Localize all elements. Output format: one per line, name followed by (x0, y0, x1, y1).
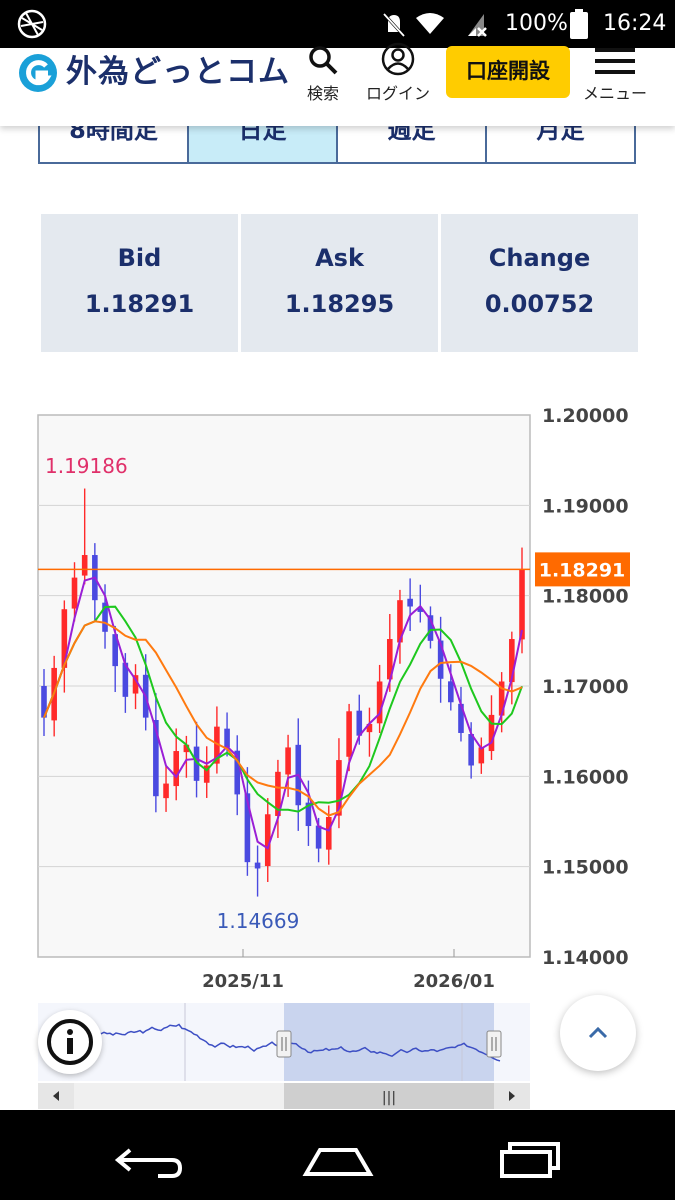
search-button[interactable]: 検索 (298, 46, 348, 103)
logo-icon[interactable] (18, 53, 58, 93)
navigator-handle[interactable] (486, 1030, 502, 1058)
candle-body (468, 734, 474, 766)
candle-body (285, 747, 291, 775)
ask-value: 1.18295 (284, 290, 395, 318)
y-tick-label: 1.20000 (542, 405, 629, 427)
battery-icon (570, 9, 588, 39)
login-label: ログイン (365, 84, 430, 103)
logo-text[interactable]: 外為どっとコム (66, 50, 290, 94)
y-tick-label: 1.17000 (542, 676, 629, 698)
search-icon (309, 46, 338, 75)
ask-box: Ask 1.18295 (241, 214, 438, 352)
candle-body (173, 751, 180, 787)
candle-body (478, 747, 485, 764)
status-bar: 100% 16:24 (0, 0, 675, 48)
home-icon[interactable] (298, 1130, 378, 1190)
recents-icon[interactable] (488, 1130, 568, 1190)
scroll-to-top-button[interactable] (560, 995, 636, 1071)
candle-body (519, 569, 525, 640)
browser-globe-icon (17, 9, 47, 39)
battery-percent: 100% (505, 11, 568, 36)
menu-label: メニュー (582, 84, 647, 103)
scrollbar-grip: ||| (382, 1090, 396, 1106)
y-tick-label: 1.16000 (542, 766, 629, 788)
y-tick-label: 1.19000 (542, 495, 629, 517)
bid-value: 1.18291 (84, 290, 195, 318)
y-tick-label: 1.14000 (542, 947, 629, 969)
high-price-label: 1.19186 (45, 454, 128, 478)
candle-body (224, 728, 230, 748)
notification-status-icons (382, 12, 487, 38)
navigator-handle[interactable] (276, 1030, 292, 1058)
bid-box: Bid 1.18291 (41, 214, 238, 352)
candle-body (81, 555, 88, 576)
candle-body (346, 711, 352, 757)
change-label: Change (488, 244, 591, 272)
change-box: Change 0.00752 (441, 214, 638, 352)
y-tick-label: 1.15000 (542, 857, 629, 879)
hamburger-menu-icon (595, 48, 635, 74)
menu-button[interactable]: メニュー (580, 48, 650, 103)
low-price-label: 1.14669 (217, 909, 300, 933)
x-tick-label: 2026/01 (413, 971, 495, 992)
candle-body (163, 783, 169, 799)
candle-body (71, 577, 78, 609)
android-nav-bar (0, 1110, 675, 1200)
user-icon (381, 42, 415, 76)
site-header: 外為どっとコム 検索 ログイン 口座開設 メニュー (0, 42, 675, 126)
ask-label: Ask (315, 244, 364, 272)
candle-body (407, 598, 413, 607)
chevron-up-icon (588, 1026, 608, 1039)
back-icon[interactable] (110, 1130, 190, 1190)
candle-body (315, 825, 322, 849)
bid-label: Bid (117, 244, 162, 272)
current-price-label: 1.18291 (539, 559, 626, 581)
candle-body (325, 816, 332, 850)
y-tick-label: 1.18000 (542, 586, 629, 608)
info-icon (47, 1019, 93, 1065)
candle-body (254, 862, 261, 869)
candle-body (448, 681, 454, 703)
status-clock: 16:24 (603, 11, 667, 36)
info-button[interactable] (38, 1010, 102, 1074)
x-tick-label: 2025/11 (202, 971, 284, 992)
change-value: 0.00752 (484, 290, 595, 318)
login-button[interactable]: ログイン (360, 42, 436, 103)
candle-body (376, 681, 383, 724)
open-account-button[interactable]: 口座開設 (446, 46, 570, 98)
search-label: 検索 (306, 84, 339, 103)
